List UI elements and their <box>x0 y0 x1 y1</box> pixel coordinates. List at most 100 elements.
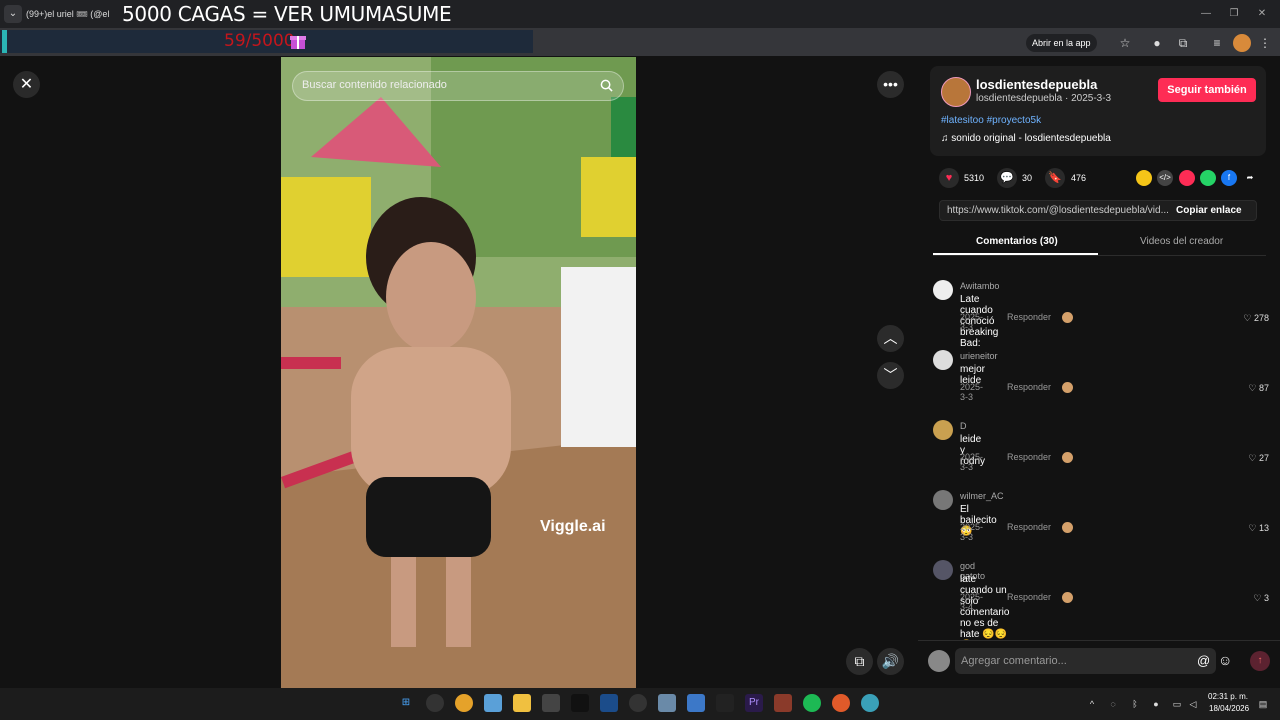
previous-video-icon[interactable]: ︿ <box>877 325 904 352</box>
app-icon[interactable] <box>861 694 879 712</box>
reply-button[interactable]: Responder <box>1007 382 1051 392</box>
comment-like-count[interactable]: ♡ 87 <box>1229 383 1269 394</box>
next-video-icon[interactable]: ﹀ <box>877 362 904 389</box>
comment-avatar[interactable] <box>933 490 953 510</box>
comment-like-count[interactable]: ♡ 27 <box>1229 453 1269 464</box>
clock-time[interactable]: 02:31 p. m. <box>1208 692 1248 701</box>
save-count: 476 <box>1071 173 1087 183</box>
hashtags[interactable]: #latesitoo #proyecto5k <box>941 115 1041 126</box>
menu-icon[interactable]: ⋮ <box>1256 34 1274 52</box>
comment-user[interactable]: D <box>960 421 967 431</box>
share-arrow-icon[interactable]: ➦ <box>1242 170 1258 186</box>
comment-like-count[interactable]: ♡ 3 <box>1229 593 1269 604</box>
facebook-icon[interactable]: f <box>1221 170 1237 186</box>
clock-date[interactable]: 18/04/2026 <box>1209 704 1249 713</box>
terminal-icon[interactable] <box>571 694 589 712</box>
volume-tray-icon[interactable]: ◁ <box>1187 698 1199 710</box>
like-icon[interactable]: ♥ <box>939 168 959 188</box>
comment-likes: 3 <box>1263 593 1269 603</box>
spotify-icon[interactable] <box>803 694 821 712</box>
eye-icon[interactable]: ◌ <box>1107 698 1119 710</box>
bluetooth-icon[interactable]: ᛒ <box>1129 698 1141 710</box>
tab-search-dropdown[interactable]: ⌄ <box>4 5 22 23</box>
comment-avatar[interactable] <box>933 280 953 300</box>
tab-comments[interactable]: Comentarios (30) <box>976 236 1058 247</box>
comment-user[interactable]: urieneitor <box>960 351 998 361</box>
creator-name[interactable]: losdientesdepuebla <box>976 77 1097 92</box>
creator-liked-icon <box>1062 312 1073 323</box>
send-icon[interactable] <box>1179 170 1195 186</box>
reply-button[interactable]: Responder <box>1007 312 1051 322</box>
premiere-icon[interactable]: Pr <box>745 694 763 712</box>
share-url[interactable]: https://www.tiktok.com/@losdientesdepueb… <box>947 205 1171 216</box>
volume-icon[interactable]: 🔊 <box>877 648 904 675</box>
app-icon[interactable] <box>426 694 444 712</box>
obs-icon[interactable] <box>629 694 647 712</box>
video-player[interactable] <box>281 57 636 688</box>
media-controls-icon[interactable]: ≡ <box>1208 34 1226 52</box>
comment-like-count[interactable]: ♡ 278 <box>1229 313 1269 324</box>
minimize-button[interactable]: — <box>1196 6 1216 22</box>
video-frame <box>281 57 636 688</box>
reply-button[interactable]: Responder <box>1007 592 1051 602</box>
reply-button[interactable]: Responder <box>1007 522 1051 532</box>
chrome-icon[interactable] <box>455 694 473 712</box>
puzzle-icon[interactable]: ⧉ <box>1174 34 1192 52</box>
follow-button[interactable]: Seguir también <box>1158 78 1256 102</box>
reply-button[interactable]: Responder <box>1007 452 1051 462</box>
profile-avatar[interactable] <box>1233 34 1251 52</box>
creator-avatar[interactable] <box>941 77 971 107</box>
comment-like-count[interactable]: ♡ 13 <box>1229 523 1269 534</box>
open-in-app-button[interactable]: Abrir en la app <box>1026 34 1097 52</box>
creator-liked-icon <box>1062 592 1073 603</box>
notification-icon[interactable]: ▤ <box>1257 698 1269 710</box>
chevron-up-icon[interactable]: ^ <box>1086 698 1098 710</box>
comment-input[interactable]: Agregar comentario... <box>955 648 1216 674</box>
tab-creator-videos[interactable]: Videos del creador <box>1140 236 1223 247</box>
comment-avatar[interactable] <box>933 560 953 580</box>
comment-avatar[interactable] <box>933 350 953 370</box>
more-options-icon[interactable]: ••• <box>877 71 904 98</box>
mention-icon[interactable]: @ <box>1197 653 1210 668</box>
steam-icon[interactable] <box>600 694 618 712</box>
start-icon[interactable]: ⊞ <box>397 694 415 712</box>
emoji-share-icon[interactable] <box>1136 170 1152 186</box>
sound-label: sonido original - losdientesdepuebla <box>951 133 1111 144</box>
comment-date: 2025-3-4 <box>960 592 984 612</box>
goal-counter: 59/5000 <box>224 31 295 51</box>
extension-icon[interactable]: ● <box>1148 34 1166 52</box>
bookmark-icon[interactable]: 🔖 <box>1045 168 1065 188</box>
app-icon[interactable] <box>774 694 792 712</box>
my-avatar <box>928 650 950 672</box>
creator-subtitle: losdientesdepuebla · 2025-3-3 <box>976 93 1112 104</box>
close-icon[interactable]: ✕ <box>13 71 40 98</box>
copy-link-button[interactable]: Copiar enlace <box>1176 205 1242 216</box>
comment-likes: 27 <box>1258 453 1269 463</box>
chrome-canary-icon[interactable] <box>832 694 850 712</box>
comment-user[interactable]: wilmer_AC <box>960 491 1004 501</box>
pip-icon[interactable]: ⧉ <box>846 648 873 675</box>
send-comment-button[interactable]: ↑ <box>1250 651 1270 671</box>
microphone-icon[interactable]: ● <box>1150 698 1162 710</box>
whatsapp-icon[interactable] <box>1200 170 1216 186</box>
app-icon[interactable] <box>542 694 560 712</box>
comment-likes: 278 <box>1253 313 1269 323</box>
comment-avatar[interactable] <box>933 420 953 440</box>
file-explorer-icon[interactable] <box>513 694 531 712</box>
app-icon[interactable] <box>716 694 734 712</box>
close-window-button[interactable]: ✕ <box>1252 6 1272 22</box>
embed-icon[interactable]: </> <box>1157 170 1173 186</box>
notepad-icon[interactable] <box>484 694 502 712</box>
photos-icon[interactable] <box>687 694 705 712</box>
network-icon[interactable]: ▭ <box>1171 698 1183 710</box>
sound-link[interactable]: ♫ sonido original - losdientesdepuebla <box>941 133 1111 144</box>
maximize-button[interactable]: ❐ <box>1224 6 1244 22</box>
search-placeholder: Buscar contenido relacionado <box>302 79 447 91</box>
emoji-icon[interactable]: ☺ <box>1218 652 1232 668</box>
viggle-watermark: Viggle.ai <box>540 518 606 535</box>
search-icon[interactable] <box>600 79 613 92</box>
comment-user[interactable]: Awitambo <box>960 281 999 291</box>
comment-icon[interactable]: 💬 <box>997 168 1017 188</box>
calculator-icon[interactable] <box>658 694 676 712</box>
bookmark-star-icon[interactable]: ☆ <box>1116 34 1134 52</box>
